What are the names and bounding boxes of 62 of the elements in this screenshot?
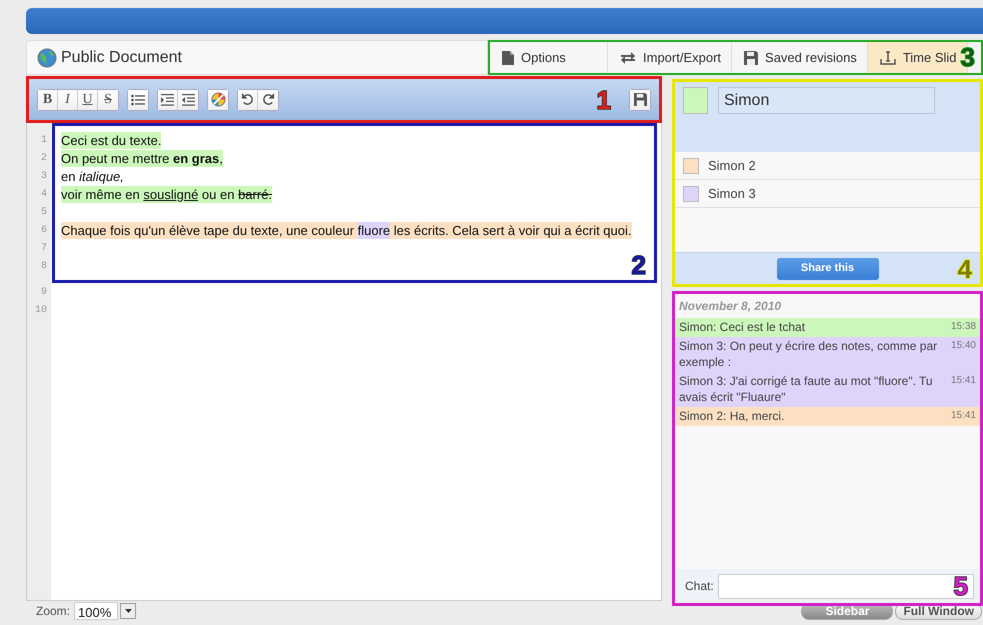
zoom-select[interactable]: 100% <box>74 602 118 620</box>
user-name: Simon 2 <box>708 156 756 175</box>
slider-icon <box>880 50 896 64</box>
message-time: 15:41 <box>950 374 976 388</box>
caret-icon <box>124 609 132 613</box>
user-name: Simon 3 <box>708 184 756 203</box>
list-button[interactable] <box>128 90 148 110</box>
line-number: 2 <box>40 152 48 166</box>
message-time: 15:41 <box>950 409 976 423</box>
chat-message: Simon: Ceci est le tchat <box>679 319 806 335</box>
line-number: 8 <box>40 260 48 274</box>
line-number: 5 <box>40 206 48 220</box>
annotation-number: 2 <box>632 252 646 278</box>
indent-button[interactable] <box>158 90 178 110</box>
list-icon <box>131 94 145 106</box>
line-number: 3 <box>40 170 48 184</box>
chat-date: November 8, 2010 <box>678 298 782 315</box>
text-line: On peut me mettre en gras, <box>60 150 224 168</box>
save-button[interactable] <box>630 90 650 110</box>
color-swatch[interactable] <box>683 87 708 114</box>
message-time: 15:40 <box>950 339 976 353</box>
page-icon <box>502 50 514 64</box>
floppy-icon <box>634 93 646 106</box>
text-line: en italique, <box>60 168 125 186</box>
color-wheel-icon <box>210 92 226 107</box>
line-number: 9 <box>40 286 48 300</box>
line-number: 10 <box>34 304 48 318</box>
line-number: 1 <box>40 134 48 148</box>
zoom-label: Zoom: <box>36 603 70 620</box>
undo-button[interactable] <box>238 90 258 110</box>
globe-icon <box>37 48 57 68</box>
redo-button[interactable] <box>258 90 278 110</box>
outdent-icon <box>182 94 194 106</box>
chat-message: Simon 2: Ha, merci. <box>679 408 786 424</box>
annotation-number: 5 <box>954 573 968 599</box>
name-field[interactable]: Simon <box>718 87 935 114</box>
arrows-icon <box>620 50 636 64</box>
floppy-icon <box>744 50 758 64</box>
color-wheel-button[interactable] <box>208 90 228 110</box>
message-time: 15:38 <box>950 320 976 334</box>
line-number: 6 <box>40 224 48 238</box>
underline-button[interactable]: U <box>78 90 98 110</box>
text-line: Chaque fois qu'un élève tape du texte, une couleur fluore les écrits. Cela sert à voir qui a écrit quoi. <box>60 222 632 240</box>
bold-button[interactable]: B <box>38 90 58 110</box>
annotation-number: 1 <box>596 86 611 112</box>
italic-button[interactable]: I <box>58 90 78 110</box>
line-number: 4 <box>40 188 48 202</box>
annotation-number: 4 <box>958 256 972 282</box>
chat-label: Chat: <box>685 578 714 595</box>
dropdown-button[interactable] <box>120 603 136 619</box>
document-title: Public Document <box>61 48 182 68</box>
line-number: 7 <box>40 242 48 256</box>
strikethrough-button[interactable]: S <box>98 90 118 110</box>
editor-area[interactable] <box>26 123 662 601</box>
text-line: voir même en sousligné ou en barré. <box>60 186 274 204</box>
outdent-button[interactable] <box>178 90 198 110</box>
redo-icon <box>262 93 274 106</box>
chat-input[interactable] <box>718 574 974 598</box>
chat-message: Simon 3: On peut y écrire des notes, comme par exemple : <box>679 338 938 370</box>
undo-icon <box>241 93 254 106</box>
indent-icon <box>161 94 174 106</box>
chat-message: Simon 3: J'ai corrigé ta faute au mot "fluore". Tu avais écrit "Fluaure" <box>679 373 934 405</box>
